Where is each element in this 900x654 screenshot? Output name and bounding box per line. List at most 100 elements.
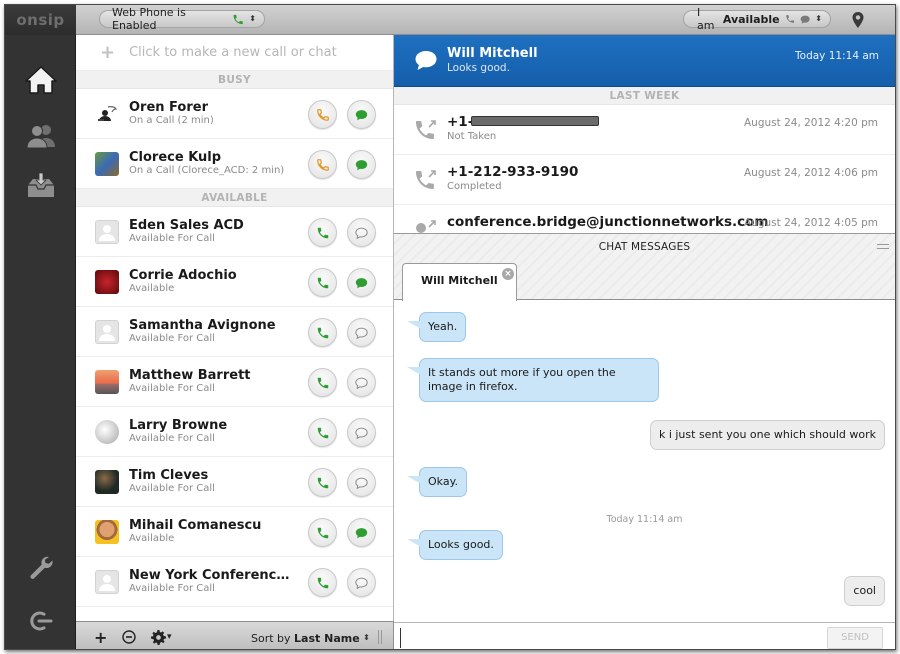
call-button[interactable] [308,218,337,247]
avatar [95,419,119,444]
phone-icon [317,427,328,438]
call-button[interactable] [308,568,337,597]
contact-row[interactable]: Eden Sales ACD Available For Call [76,207,393,257]
contact-row[interactable]: Matthew Barrett Available For Call [76,357,393,407]
contact-row[interactable]: New York Conference ... Available For Cal… [76,557,393,607]
sidebar-item-logout[interactable] [23,604,59,638]
sidebar-item-settings[interactable] [23,551,59,585]
status-prefix: I am [697,6,715,32]
chat-button[interactable] [347,268,376,297]
resize-handle[interactable] [378,630,382,644]
message-input[interactable] [400,628,820,648]
outgoing-call-icon [416,120,436,139]
phone-icon [317,577,328,588]
chat-panel-title: CHAT MESSAGES [598,241,691,253]
active-last-message: Looks good. [447,62,510,74]
chat-bubble-icon [355,109,368,120]
chat-bubble-outline-icon [355,577,368,589]
chat-bubble-icon [355,527,368,538]
call-button[interactable] [308,100,337,129]
message-list: Yeah. It stands out more if you open the… [394,300,895,622]
recent-chat-row[interactable]: conference.bridge@junctionnetworks.com A… [394,205,895,233]
contact-row[interactable]: Tim Cleves Available For Call [76,457,393,507]
outgoing-call-icon [416,170,436,189]
chat-button[interactable] [347,518,376,547]
contact-row[interactable]: Mihail Comanescu Available [76,507,393,557]
sort-value: Last Name [294,631,360,645]
phone-icon [317,477,328,488]
chat-button[interactable] [347,368,376,397]
contact-row[interactable]: Corrie Adochio Available [76,257,393,307]
avatar [95,151,119,176]
updown-arrows-icon: ⬍ [815,14,822,23]
phone-outline-icon [316,158,329,171]
contact-name: Clorece Kulp [129,150,222,165]
sort-selector[interactable]: Sort by Last Name ⬍ [251,629,370,647]
avatar [95,102,119,126]
sidebar-item-contacts[interactable] [23,119,59,153]
incoming-message: Looks good. [407,530,503,560]
redacted-number [471,116,600,126]
call-button[interactable] [308,150,337,179]
outgoing-chat-icon [416,220,436,233]
recent-call-row[interactable]: +1-212-933-9190 Completed August 24, 201… [394,155,895,205]
avatar [95,319,119,344]
status-value: Available [722,12,780,26]
onsip-logo: onsip [16,11,65,29]
group-header-last-week: LAST WEEK [394,87,895,105]
incoming-message: Yeah. [406,312,467,342]
add-contact-button[interactable]: + [94,628,107,647]
top-bar: onsip Web Phone is Enabled ⬍ I am Availab… [5,5,895,35]
web-phone-toggle[interactable]: Web Phone is Enabled ⬍ [99,6,265,32]
plus-icon: + [100,41,116,63]
call-button[interactable] [308,368,337,397]
remove-contact-button[interactable] [122,628,136,646]
recent-call-row[interactable]: +1- Not Taken August 24, 2012 4:20 pm [394,105,895,155]
call-button[interactable] [308,418,337,447]
new-call-placeholder: Click to make a new call or chat [129,45,337,60]
chat-button[interactable] [347,150,376,179]
call-button[interactable] [308,468,337,497]
avatar [95,219,119,244]
new-call-input[interactable]: + Click to make a new call or chat [76,35,393,71]
location-pin-icon[interactable] [851,12,865,28]
panel-menu-icon[interactable] [877,244,889,249]
contacts-icon [26,125,55,149]
call-button[interactable] [308,518,337,547]
contact-row[interactable]: Larry Browne Available For Call [76,407,393,457]
chat-button[interactable] [347,418,376,447]
contact-row[interactable]: Samantha Avignone Available For Call [76,307,393,357]
close-tab-icon[interactable]: × [502,268,514,280]
sidebar-nav [5,35,76,649]
active-contact-name: Will Mitchell [447,46,538,61]
chat-bubble-icon [355,159,368,170]
sidebar-item-inbox[interactable] [23,169,59,203]
home-icon [25,66,57,94]
chat-button[interactable] [347,318,376,347]
chat-button[interactable] [347,100,376,129]
updown-arrows-icon: ⬍ [249,14,256,23]
recent-chat-address: conference.bridge@junctionnetworks.com [447,214,769,230]
avatar [95,369,119,394]
chat-button[interactable] [347,468,376,497]
phone-icon [317,277,328,288]
contact-row[interactable]: Oren Forer On a Call (2 min) [76,89,393,139]
sort-prefix: Sort by [251,631,291,645]
chat-button[interactable] [347,568,376,597]
chat-button[interactable] [347,218,376,247]
presence-selector[interactable]: I am Available ⬍ [683,6,831,32]
call-button[interactable] [308,268,337,297]
message-composer: SEND [394,622,895,649]
phone-icon [317,527,328,538]
settings-menu-button[interactable]: ▾ [151,628,172,646]
send-button[interactable]: SEND [827,627,883,649]
active-conversation-banner[interactable]: Will Mitchell Looks good. Today 11:14 am [394,35,895,87]
call-button[interactable] [308,318,337,347]
incoming-message: It stands out more if you open the image… [407,358,659,402]
updown-arrows-icon: ⬍ [363,633,370,642]
contact-name: Matthew Barrett [129,368,251,383]
avatar [95,569,119,594]
contact-row[interactable]: Clorece Kulp On a Call (Clorece_ACD: 2 m… [76,139,393,189]
chat-tab-will-mitchell[interactable]: Will Mitchell × [402,263,517,301]
sidebar-item-home[interactable] [23,63,59,97]
